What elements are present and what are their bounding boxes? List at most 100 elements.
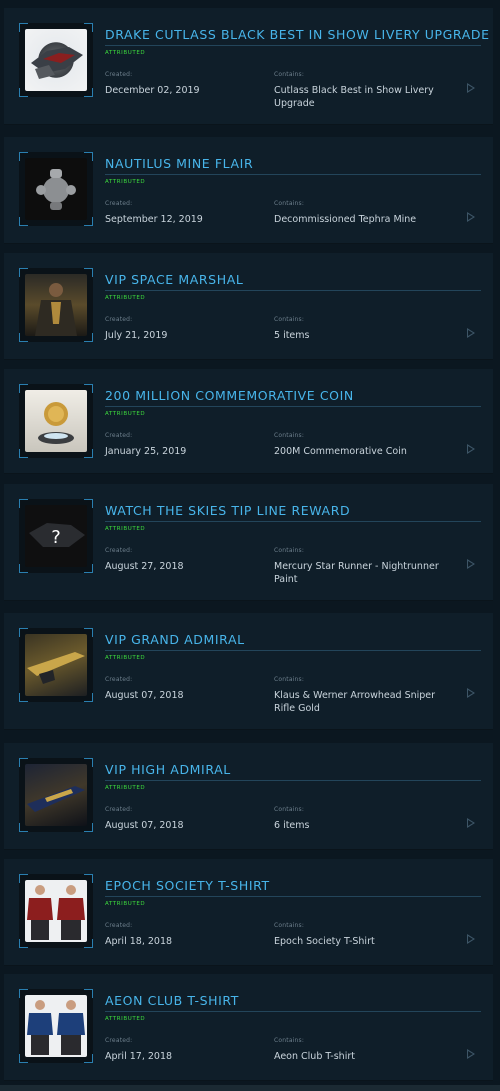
- contains-value: Aeon Club T-shirt: [274, 1051, 355, 1062]
- created-date: April 18, 2018: [105, 936, 173, 947]
- item-thumbnail[interactable]: [19, 23, 93, 97]
- item-title[interactable]: VIP GRAND ADMIRAL: [105, 632, 485, 647]
- contains-value: 5 items: [274, 330, 310, 341]
- created-date: December 02, 2019: [105, 85, 200, 96]
- item-title[interactable]: AEON CLUB T-SHIRT: [105, 993, 485, 1008]
- divider: [105, 650, 481, 651]
- item-thumbnail[interactable]: ?: [19, 499, 93, 573]
- status-badge: ATTRIBUTED: [105, 295, 146, 301]
- created-label: Created:: [105, 1037, 133, 1044]
- item-thumbnail[interactable]: [19, 758, 93, 832]
- status-badge: ATTRIBUTED: [105, 901, 146, 907]
- status-badge: ATTRIBUTED: [105, 785, 146, 791]
- item-thumbnail[interactable]: [19, 628, 93, 702]
- contains-value: Klaus & Werner Arrowhead Sniper Rifle Go…: [274, 690, 436, 714]
- contains-label: Contains:: [274, 922, 305, 929]
- rifle-icon: [25, 764, 87, 826]
- ship-icon: [25, 29, 87, 91]
- mystery-icon: ?: [25, 505, 87, 567]
- divider: [105, 406, 481, 407]
- bottom-bar: [0, 1085, 500, 1091]
- list-item[interactable]: EPOCH SOCIETY T-SHIRT ATTRIBUTED Created…: [4, 859, 493, 966]
- item-title[interactable]: VIP HIGH ADMIRAL: [105, 762, 485, 777]
- status-badge: ATTRIBUTED: [105, 50, 146, 56]
- expand-arrow-icon[interactable]: [467, 212, 475, 222]
- divider: [105, 290, 481, 291]
- contains-label: Contains:: [274, 316, 305, 323]
- divider: [105, 174, 481, 175]
- contains-value: 6 items: [274, 820, 310, 831]
- mine-icon: [25, 158, 87, 220]
- contains-label: Contains:: [274, 200, 305, 207]
- contains-value: Cutlass Black Best in Show Livery Upgrad…: [274, 85, 434, 109]
- created-label: Created:: [105, 922, 133, 929]
- contains-value: 200M Commemorative Coin: [274, 446, 407, 457]
- expand-arrow-icon[interactable]: [467, 688, 475, 698]
- list-item[interactable]: ? WATCH THE SKIES TIP LINE REWARD ATTRIB…: [4, 484, 493, 601]
- item-thumbnail[interactable]: [19, 989, 93, 1063]
- created-label: Created:: [105, 71, 133, 78]
- created-label: Created:: [105, 676, 133, 683]
- contains-label: Contains:: [274, 71, 305, 78]
- item-title[interactable]: VIP SPACE MARSHAL: [105, 272, 485, 287]
- expand-arrow-icon[interactable]: [467, 328, 475, 338]
- expand-arrow-icon[interactable]: [467, 934, 475, 944]
- created-label: Created:: [105, 316, 133, 323]
- created-date: April 17, 2018: [105, 1051, 173, 1062]
- divider: [105, 521, 481, 522]
- expand-arrow-icon[interactable]: [467, 818, 475, 828]
- contains-value: Epoch Society T-Shirt: [274, 936, 375, 947]
- expand-arrow-icon[interactable]: [467, 444, 475, 454]
- rifle-icon: [25, 634, 87, 696]
- created-date: August 07, 2018: [105, 690, 184, 701]
- status-badge: ATTRIBUTED: [105, 655, 146, 661]
- status-badge: ATTRIBUTED: [105, 1016, 146, 1022]
- divider: [105, 1011, 481, 1012]
- divider: [105, 45, 481, 46]
- tshirt-icon: [25, 995, 87, 1057]
- list-item[interactable]: VIP GRAND ADMIRAL ATTRIBUTED Created: Au…: [4, 613, 493, 730]
- created-date: August 27, 2018: [105, 561, 184, 572]
- item-title[interactable]: EPOCH SOCIETY T-SHIRT: [105, 878, 485, 893]
- coin-icon: [25, 390, 87, 452]
- created-date: July 21, 2019: [105, 330, 168, 341]
- divider: [105, 896, 481, 897]
- contains-label: Contains:: [274, 432, 305, 439]
- item-thumbnail[interactable]: [19, 384, 93, 458]
- item-thumbnail[interactable]: [19, 874, 93, 948]
- created-label: Created:: [105, 432, 133, 439]
- item-title[interactable]: DRAKE CUTLASS BLACK BEST IN SHOW LIVERY …: [105, 27, 489, 42]
- contains-label: Contains:: [274, 676, 305, 683]
- svg-text:?: ?: [51, 527, 61, 548]
- list-item[interactable]: AEON CLUB T-SHIRT ATTRIBUTED Created: Ap…: [4, 974, 493, 1081]
- marshal-icon: [25, 274, 87, 336]
- item-title[interactable]: NAUTILUS MINE FLAIR: [105, 156, 485, 171]
- list-item[interactable]: 200 MILLION COMMEMORATIVE COIN ATTRIBUTE…: [4, 369, 493, 474]
- created-label: Created:: [105, 547, 133, 554]
- status-badge: ATTRIBUTED: [105, 526, 146, 532]
- expand-arrow-icon[interactable]: [467, 559, 475, 569]
- created-date: September 12, 2019: [105, 214, 203, 225]
- contains-label: Contains:: [274, 547, 305, 554]
- list-item[interactable]: VIP HIGH ADMIRAL ATTRIBUTED Created: Aug…: [4, 743, 493, 850]
- contains-label: Contains:: [274, 806, 305, 813]
- expand-arrow-icon[interactable]: [467, 1049, 475, 1059]
- contains-value: Decommissioned Tephra Mine: [274, 214, 417, 225]
- expand-arrow-icon[interactable]: [467, 83, 475, 93]
- divider: [105, 780, 481, 781]
- contains-value: Mercury Star Runner - Nightrunner Paint: [274, 561, 439, 585]
- item-thumbnail[interactable]: [19, 152, 93, 226]
- created-date: January 25, 2019: [105, 446, 187, 457]
- tshirt-icon: [25, 880, 87, 942]
- created-label: Created:: [105, 200, 133, 207]
- item-title[interactable]: 200 MILLION COMMEMORATIVE COIN: [105, 388, 485, 403]
- list-item[interactable]: VIP SPACE MARSHAL ATTRIBUTED Created: Ju…: [4, 253, 493, 360]
- list-item[interactable]: NAUTILUS MINE FLAIR ATTRIBUTED Created: …: [4, 137, 493, 244]
- contains-label: Contains:: [274, 1037, 305, 1044]
- created-date: August 07, 2018: [105, 820, 184, 831]
- status-badge: ATTRIBUTED: [105, 411, 146, 417]
- item-title[interactable]: WATCH THE SKIES TIP LINE REWARD: [105, 503, 485, 518]
- list-item[interactable]: DRAKE CUTLASS BLACK BEST IN SHOW LIVERY …: [4, 8, 493, 125]
- status-badge: ATTRIBUTED: [105, 179, 146, 185]
- item-thumbnail[interactable]: [19, 268, 93, 342]
